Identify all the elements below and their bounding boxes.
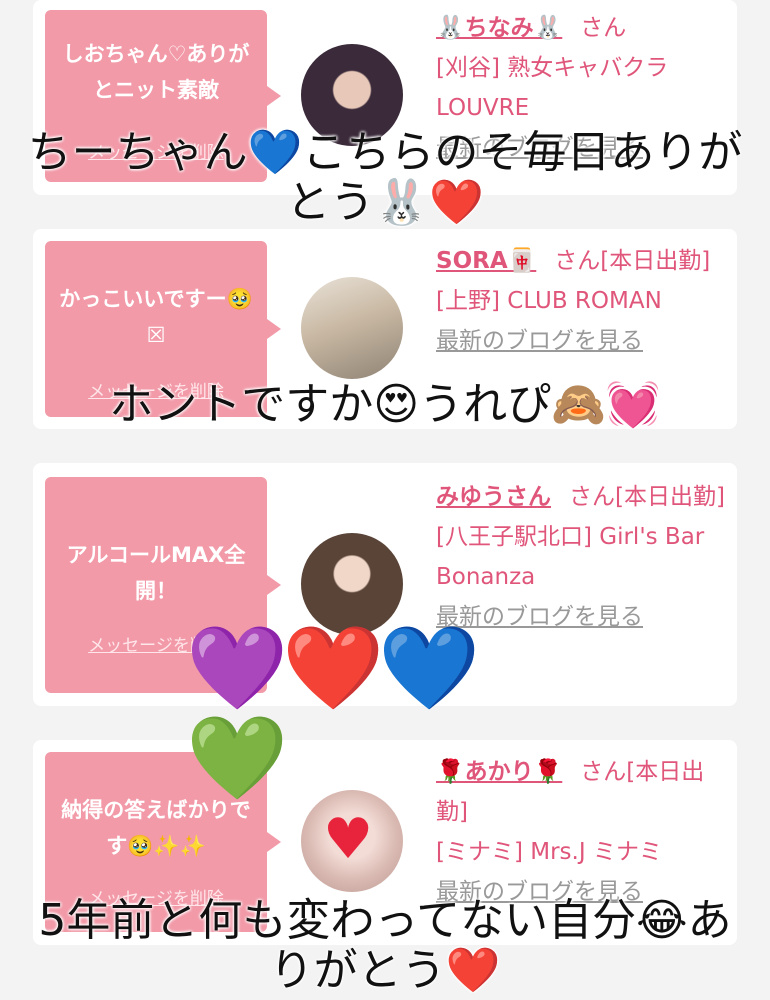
hearts-sticker: 💜❤️💙💚: [186, 621, 480, 806]
shop-info: [上野] CLUB ROMAN: [436, 288, 662, 314]
message-text: アルコールMAX全開！: [66, 543, 246, 603]
cast-name-link[interactable]: 🌹あかり🌹: [436, 759, 562, 785]
cast-info: 🌹あかり🌹 さん[本日出勤] [ミナミ] Mrs.J ミナミ 最新のブログを見る: [436, 752, 726, 912]
shop-info: [八王子駅北口] Girl's Bar Bonanza: [436, 524, 705, 590]
honorific: さん: [580, 15, 627, 41]
overlay-caption: 5年前と何も変わってない自分😂ありがとう❤️: [38, 895, 732, 996]
cast-info: SORA🀄 さん[本日出勤] [上野] CLUB ROMAN 最新のブログを見る: [436, 241, 726, 361]
avatar[interactable]: [301, 277, 403, 379]
honorific: さん[本日出勤]: [554, 248, 711, 274]
cast-name-link[interactable]: 🐰ちなみ🐰: [436, 15, 562, 41]
avatar[interactable]: [301, 533, 403, 635]
overlay-caption: ちーちゃん💙こちらのそ毎日ありがとう🐰❤️: [27, 127, 743, 228]
cast-info: みゆうさん さん[本日出勤] [八王子駅北口] Girl's Bar Bonanz…: [436, 477, 726, 637]
message-text: しおちゃん♡ありがとニット素敵: [62, 42, 250, 102]
overlay-caption: ホントですか😍うれぴ🙈💓: [109, 379, 661, 430]
avatar[interactable]: ♥: [301, 790, 403, 892]
cast-name-link[interactable]: SORA🀄: [436, 248, 536, 274]
honorific: さん[本日出勤]: [569, 484, 725, 510]
latest-blog-link[interactable]: 最新のブログを見る: [436, 328, 643, 354]
shop-info: [ミナミ] Mrs.J ミナミ: [436, 839, 662, 865]
heart-icon: ♥: [323, 807, 374, 872]
message-text: かっこいいですー🥹☒: [59, 287, 253, 347]
cast-name-link[interactable]: みゆうさん: [436, 484, 551, 510]
shop-info: [刈谷] 熟女キャバクラLOUVRE: [436, 55, 669, 121]
